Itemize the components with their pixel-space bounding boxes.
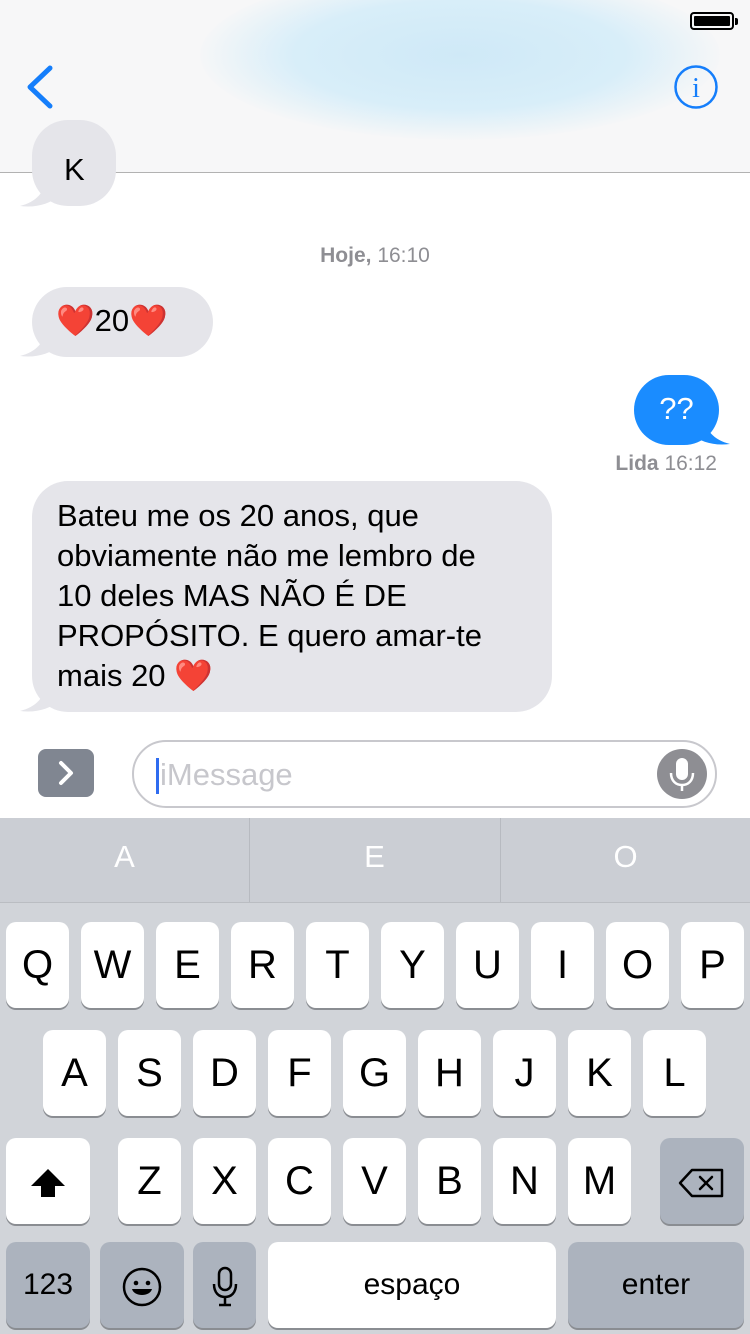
apps-button[interactable] [38, 749, 94, 797]
delete-key[interactable] [660, 1138, 744, 1224]
key-w[interactable]: W [81, 922, 144, 1008]
timestamp-day: Hoje, [320, 244, 372, 267]
key-o[interactable]: O [606, 922, 669, 1008]
text-caret [156, 758, 159, 794]
message-input-container[interactable] [132, 740, 717, 808]
message-text: ?? [659, 391, 694, 426]
header-blur-background [200, 0, 720, 140]
key-u[interactable]: U [456, 922, 519, 1008]
key-f[interactable]: F [268, 1030, 331, 1116]
prediction-o[interactable]: O [501, 818, 750, 902]
voice-message-button[interactable] [657, 749, 707, 799]
key-q[interactable]: Q [6, 922, 69, 1008]
key-h[interactable]: H [418, 1030, 481, 1116]
key-j[interactable]: J [493, 1030, 556, 1116]
key-d[interactable]: D [193, 1030, 256, 1116]
key-y[interactable]: Y [381, 922, 444, 1008]
microphone-icon [212, 1267, 237, 1307]
key-m[interactable]: M [568, 1138, 631, 1224]
key-c[interactable]: C [268, 1138, 331, 1224]
svg-text:i: i [692, 73, 700, 104]
key-n[interactable]: N [493, 1138, 556, 1224]
key-a[interactable]: A [43, 1030, 106, 1116]
chevron-left-icon [27, 65, 53, 109]
read-status: Lida [615, 452, 659, 475]
dictation-key[interactable] [193, 1242, 256, 1328]
emoji-smiley-icon [122, 1268, 162, 1307]
info-circle-icon: i [674, 65, 718, 109]
shift-key[interactable] [6, 1138, 90, 1224]
key-z[interactable]: Z [118, 1138, 181, 1224]
key-x[interactable]: X [193, 1138, 256, 1224]
key-l[interactable]: L [643, 1030, 706, 1116]
message-bubble-incoming[interactable]: Bateu me os 20 anos, que obviamente não … [32, 481, 552, 712]
key-g[interactable]: G [343, 1030, 406, 1116]
key-b[interactable]: B [418, 1138, 481, 1224]
message-bubble-outgoing[interactable]: ?? [634, 375, 719, 445]
predictive-text-bar: A E O [0, 818, 750, 903]
info-button[interactable]: i [673, 64, 719, 110]
timestamp-time: 16:10 [377, 244, 430, 267]
shift-arrow-icon [31, 1169, 65, 1198]
key-k[interactable]: K [568, 1030, 631, 1116]
emoji-key[interactable] [100, 1242, 184, 1328]
message-input[interactable] [160, 752, 640, 798]
key-r[interactable]: R [231, 922, 294, 1008]
conversation-timestamp: Hoje, 16:10 [0, 244, 750, 268]
bubble-tail [20, 176, 58, 207]
space-key[interactable]: espaço [268, 1242, 556, 1328]
prediction-a[interactable]: A [0, 818, 249, 902]
key-i[interactable]: I [531, 922, 594, 1008]
read-receipt: Lida 16:12 [615, 452, 717, 476]
message-bubble-incoming[interactable]: ❤️20❤️ [32, 287, 213, 357]
keyboard: A E O Q W E R T Y U I O P A S D F G H J … [0, 818, 750, 1334]
message-text: Bateu me os 20 anos, que obviamente não … [57, 498, 482, 693]
read-time: 16:12 [664, 452, 717, 475]
enter-key[interactable]: enter [568, 1242, 744, 1328]
back-button[interactable] [22, 62, 62, 112]
key-e[interactable]: E [156, 922, 219, 1008]
chevron-right-icon [59, 761, 73, 785]
message-text: ❤️20❤️ [56, 303, 168, 338]
key-p[interactable]: P [681, 922, 744, 1008]
prediction-e[interactable]: E [250, 818, 499, 902]
numbers-key[interactable]: 123 [6, 1242, 90, 1328]
key-s[interactable]: S [118, 1030, 181, 1116]
key-v[interactable]: V [343, 1138, 406, 1224]
microphone-icon [669, 758, 695, 791]
backspace-icon [678, 1169, 724, 1198]
battery-icon [690, 12, 738, 30]
key-t[interactable]: T [306, 922, 369, 1008]
message-text: k [64, 152, 85, 187]
